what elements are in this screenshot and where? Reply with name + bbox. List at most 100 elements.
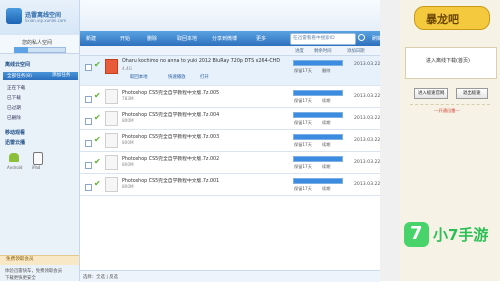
renew-link[interactable]: 续期 bbox=[322, 120, 330, 126]
user-name: 您的私人空间 bbox=[22, 40, 53, 46]
file-size: 800M bbox=[122, 162, 134, 167]
brand-logo-text: 暴龙吧 bbox=[426, 13, 459, 26]
keep-days: 保留17天 bbox=[294, 142, 312, 147]
promo-text-2: 下载更快更安全 bbox=[5, 276, 36, 281]
progress-bar bbox=[293, 60, 343, 66]
complete-check-icon: ✔ bbox=[94, 113, 101, 122]
renew-link[interactable]: 续期 bbox=[322, 164, 330, 170]
progress-bar bbox=[293, 156, 343, 162]
start-button[interactable]: 开始 bbox=[120, 35, 130, 42]
cloud-logo-icon bbox=[6, 8, 22, 24]
file-name[interactable]: Oharu kochimo no anna to yuki 2012 BluRa… bbox=[122, 59, 280, 64]
space-bar-fill bbox=[14, 47, 28, 53]
file-size: 783M bbox=[122, 96, 134, 101]
renew-link[interactable]: 续期 bbox=[322, 142, 330, 148]
date: 2013.03.22 bbox=[354, 182, 381, 187]
video-file-icon bbox=[105, 59, 118, 74]
progress-bar bbox=[293, 90, 343, 96]
row-checkbox[interactable] bbox=[85, 162, 92, 169]
select-all-text[interactable]: 选择：全选 | 反选 bbox=[83, 274, 118, 280]
progress-bar bbox=[293, 178, 343, 184]
status-bar bbox=[80, 270, 380, 282]
delete-link[interactable]: 删除 bbox=[322, 68, 330, 74]
keep-days: 保留17天 bbox=[294, 186, 312, 191]
file-name[interactable]: Photoshop CS5完全自学教程中文版.7z.002 bbox=[122, 155, 219, 162]
share-weibo-button[interactable]: 分享到微博 bbox=[212, 35, 237, 42]
complete-check-icon: ✔ bbox=[94, 157, 101, 166]
mobile-watch-title[interactable]: 移动观看 bbox=[5, 129, 25, 136]
progress-fill bbox=[294, 179, 342, 183]
scrollbar-track[interactable] bbox=[380, 0, 400, 281]
progress-fill bbox=[294, 113, 342, 117]
top-banner bbox=[80, 0, 380, 31]
section-title: 离线云空间 bbox=[5, 62, 31, 68]
file-size: 800M bbox=[122, 140, 134, 145]
cloud-play-title[interactable]: 迅雷云播 bbox=[5, 139, 25, 146]
new-button[interactable]: 新建 bbox=[86, 35, 96, 42]
sidebar-item-downloaded[interactable]: 已下载 bbox=[7, 95, 21, 101]
watermark-seven: 7 bbox=[410, 223, 423, 244]
progress-bar bbox=[293, 112, 343, 118]
keep-days: 保留17天 bbox=[294, 98, 312, 103]
file-size: 4.4G bbox=[122, 66, 132, 71]
renew-link[interactable]: 续期 bbox=[322, 186, 330, 192]
android-icon[interactable] bbox=[9, 153, 19, 162]
delete-button[interactable]: 删除 bbox=[147, 35, 157, 42]
divider bbox=[410, 104, 490, 105]
progress-fill bbox=[294, 135, 342, 139]
date: 2013.03.22 bbox=[354, 138, 381, 143]
search-icon[interactable] bbox=[358, 34, 365, 41]
save-local-button[interactable]: 取回本地 bbox=[177, 35, 197, 42]
date: 2013.03.22 bbox=[354, 94, 381, 99]
col-date: 添加日期 bbox=[347, 49, 365, 54]
file-name[interactable]: Photoshop CS5完全自学教程中文版.7z.004 bbox=[122, 111, 219, 118]
column-header bbox=[80, 46, 380, 56]
complete-check-icon: ✔ bbox=[94, 179, 101, 188]
progress-fill bbox=[294, 91, 342, 95]
promo-title[interactable]: 免费领取会员 bbox=[6, 256, 34, 262]
retrieve-local-button[interactable]: 取回本地 bbox=[130, 74, 148, 80]
archive-file-icon bbox=[105, 111, 118, 126]
col-progress: 进度 bbox=[295, 49, 304, 54]
quick-play-button[interactable]: 快速播放 bbox=[168, 74, 186, 80]
add-task-button[interactable]: 添加任务 bbox=[52, 72, 70, 78]
archive-file-icon bbox=[105, 133, 118, 148]
exit-label[interactable]: 退出极速 bbox=[463, 90, 481, 96]
progress-bar bbox=[293, 134, 343, 140]
nav-all-tasks-label[interactable]: 全部任务(8) bbox=[7, 73, 32, 79]
keep-days: 保留17天 bbox=[294, 68, 312, 73]
complete-check-icon: ✔ bbox=[94, 135, 101, 144]
row-checkbox[interactable] bbox=[85, 118, 92, 125]
sidebar-item-downloading[interactable]: 正在下载 bbox=[7, 85, 25, 91]
complete-check-icon: ✔ bbox=[94, 91, 101, 100]
keep-days: 保留17天 bbox=[294, 164, 312, 169]
row-checkbox[interactable] bbox=[85, 96, 92, 103]
enter-site-label[interactable]: 进入极速官网 bbox=[418, 90, 444, 96]
file-size: 800M bbox=[122, 184, 134, 189]
row-checkbox[interactable] bbox=[85, 140, 92, 147]
row-checkbox[interactable] bbox=[85, 64, 92, 71]
date: 2013.03.22 bbox=[354, 116, 381, 121]
archive-file-icon bbox=[105, 177, 118, 192]
date: 2013.03.22 bbox=[354, 62, 381, 67]
file-name[interactable]: Photoshop CS5完全自学教程中文版.7z.005 bbox=[122, 89, 219, 96]
entry-box-text[interactable]: 进入离线下载(首页) bbox=[426, 57, 470, 64]
progress-fill bbox=[294, 157, 342, 161]
date: 2013.03.22 bbox=[354, 160, 381, 165]
tip-text[interactable]: ---开通迅雷--- bbox=[434, 108, 460, 114]
complete-check-icon: ✔ bbox=[94, 60, 101, 69]
sidebar-item-expired[interactable]: 已过期 bbox=[7, 105, 21, 111]
open-button[interactable]: 打开 bbox=[200, 74, 209, 80]
sidebar-item-deleted[interactable]: 已删除 bbox=[7, 115, 21, 121]
renew-link[interactable]: 续期 bbox=[322, 98, 330, 104]
promo-text: 体验迅雷快车，免费领取会员 bbox=[5, 269, 63, 274]
search-placeholder: 在迅雷看看中搜索ID bbox=[293, 36, 335, 41]
more-button[interactable]: 更多 bbox=[256, 35, 266, 42]
file-name[interactable]: Photoshop CS5完全自学教程中文版.7z.001 bbox=[122, 177, 219, 184]
ipad-icon[interactable] bbox=[33, 152, 43, 165]
file-name[interactable]: Photoshop CS5完全自学教程中文版.7z.003 bbox=[122, 133, 219, 140]
android-label: Android bbox=[7, 165, 23, 170]
col-status: 剩余时间 bbox=[314, 49, 332, 54]
row-checkbox[interactable] bbox=[85, 184, 92, 191]
keep-days: 保留17天 bbox=[294, 120, 312, 125]
